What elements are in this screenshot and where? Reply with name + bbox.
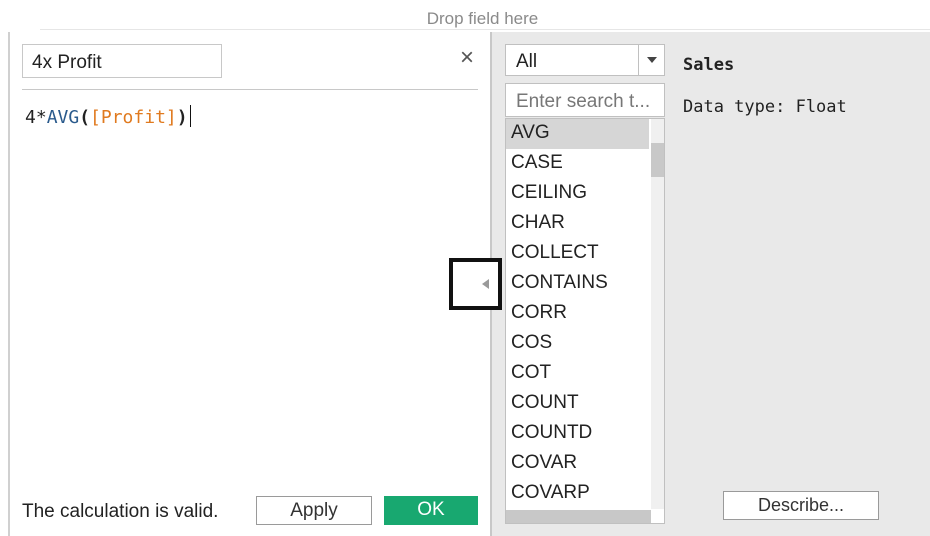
chevron-down-icon[interactable] <box>647 57 657 63</box>
function-list-item[interactable]: COT <box>506 359 649 389</box>
describe-button[interactable]: Describe... <box>723 491 879 520</box>
function-list[interactable]: AVG CASE CEILING CHAR COLLECT CONTAINS CORR COS… <box>505 118 665 524</box>
name-divider <box>22 89 478 90</box>
formula-open-paren: ( <box>79 107 91 128</box>
chevron-left-icon <box>482 279 489 289</box>
field-data-type: Data type: Float <box>683 97 847 117</box>
function-list-item[interactable]: CASE <box>506 149 649 179</box>
formula-function: AVG <box>46 107 80 128</box>
function-list-item[interactable]: COUNT <box>506 389 649 419</box>
function-list-item[interactable]: CEILING <box>506 179 649 209</box>
function-reference-panel: All AVGCASECEILINGCHARCOLLECTCONTAINSCOR… <box>492 32 930 536</box>
function-list-item[interactable]: CONTAINS <box>506 269 649 299</box>
close-icon[interactable]: × <box>460 46 474 70</box>
function-list-items: AVG CASE CEILING CHAR COLLECT CONTAINS CORR COS… <box>506 119 664 509</box>
scrollbar-thumb[interactable] <box>651 143 664 177</box>
function-list-item[interactable]: COUNTD <box>506 419 649 449</box>
function-list-item[interactable]: CORR <box>506 299 649 329</box>
drop-zone-divider <box>40 29 930 30</box>
formula-editor[interactable]: 4*AVG([Profit]) <box>25 105 191 128</box>
category-selected-value: All <box>516 51 538 72</box>
ok-button[interactable]: OK <box>384 496 478 525</box>
field-name: Sales <box>683 55 735 75</box>
function-category-select[interactable]: All <box>505 44 665 76</box>
calculation-editor: × 4*AVG([Profit]) The calculation is val… <box>10 32 490 536</box>
function-list-item[interactable]: COVAR <box>506 449 649 479</box>
formula-close-paren: ) <box>176 107 188 128</box>
drop-field-label: Drop field here <box>426 9 539 28</box>
collapse-panel-button[interactable] <box>449 258 502 310</box>
formula-multiplier: 4* <box>25 107 47 128</box>
horizontal-scrollbar[interactable] <box>506 510 651 523</box>
function-list-item[interactable]: COS <box>506 329 649 359</box>
formula-field: [Profit] <box>90 107 177 128</box>
function-list-item[interactable]: AVG <box>506 119 649 149</box>
apply-button[interactable]: Apply <box>256 496 372 525</box>
function-list-item[interactable]: COVARP <box>506 479 649 509</box>
text-cursor <box>189 105 191 127</box>
validation-status: The calculation is valid. <box>22 501 219 522</box>
calculation-name-input[interactable] <box>22 44 222 78</box>
select-separator <box>638 45 639 75</box>
function-search-input[interactable] <box>505 83 665 117</box>
vertical-scrollbar[interactable] <box>651 119 664 509</box>
drop-field-zone[interactable]: Drop field here <box>0 0 930 32</box>
function-list-item[interactable]: COLLECT <box>506 239 649 269</box>
function-list-item[interactable]: CHAR <box>506 209 649 239</box>
